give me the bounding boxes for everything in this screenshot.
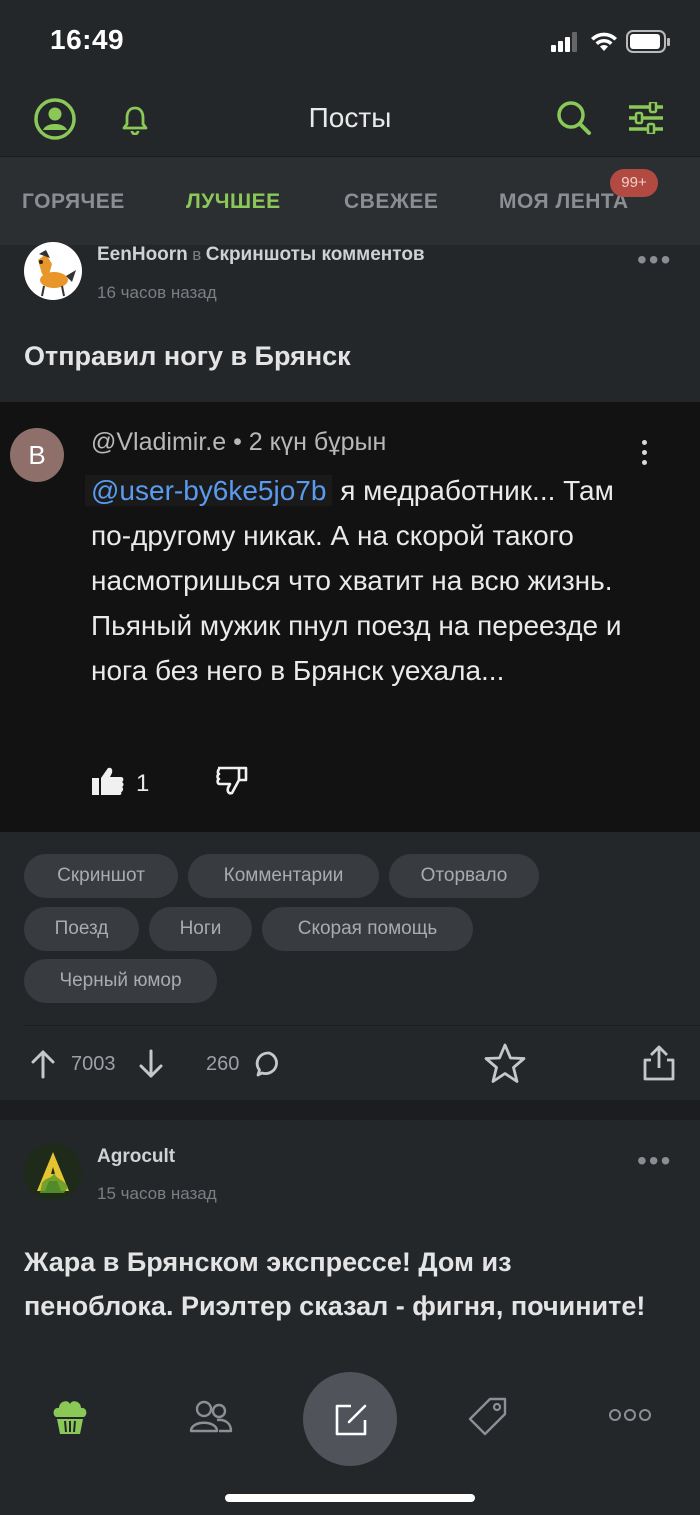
comment-likes-count: 1 [136,770,150,797]
battery-icon [626,30,670,53]
author-name[interactable]: Agrocult [97,1146,175,1168]
page-title: Посты [308,102,392,133]
filter-settings-icon[interactable] [627,102,665,134]
post-time: 16 часов назад [97,283,217,302]
community-name[interactable]: Скриншоты комментов [206,244,425,265]
tab-fresh[interactable]: СВЕЖЕЕ [344,190,438,214]
share-icon[interactable] [641,1044,677,1082]
comments-count[interactable]: 260 [206,1053,239,1076]
author-avatar[interactable] [24,1143,82,1201]
status-bar: 16:49 [0,0,700,80]
thumbs-down-icon [216,766,248,795]
wifi-icon [591,32,617,51]
post-time: 15 часов назад [97,1184,217,1203]
edit-icon [335,1404,367,1436]
downvote-arrow-icon[interactable] [139,1049,163,1079]
signal-icon [551,32,577,52]
tab-hot[interactable]: ГОРЯЧЕЕ [22,190,125,214]
status-time: 16:49 [50,24,125,55]
author-avatar[interactable] [24,242,82,300]
app-header: Посты [0,80,700,157]
comment-mention: @user-by6ke5jo7b [85,475,333,506]
comment-text: @user-by6ke5jo7b я медработник... Там по… [85,468,651,693]
comment-body: я медработник... Там по-другому никак. А… [91,475,622,686]
agrocult-logo-icon [24,1143,82,1201]
comment-bubble-icon[interactable] [255,1050,283,1078]
divider [24,1025,700,1026]
cupcake-home-icon[interactable] [50,1397,90,1437]
star-favorite-icon[interactable] [482,1042,528,1086]
post-rating: 7003 [71,1053,116,1075]
search-icon[interactable] [555,99,593,137]
in-word: в [192,245,202,264]
more-options-icon[interactable]: ••• [637,1145,672,1177]
post-title[interactable]: Жара в Брянском экспрессе! Дом из пенобл… [24,1240,664,1328]
tag-chip[interactable]: Ноги [149,907,252,951]
tag-chip[interactable]: Оторвало [389,854,539,898]
tag-chip[interactable]: Скриншот [24,854,178,898]
more-options-icon[interactable]: ••• [637,244,672,276]
post-separator [0,1100,700,1120]
comment-header: @Vladimir.e • 2 күн бұрын [91,428,387,456]
create-post-button[interactable] [303,1372,397,1466]
communities-icon[interactable] [188,1398,234,1434]
feed-tabs: ГОРЯЧЕЕ ЛУЧШЕЕ СВЕЖЕЕ МОЯ ЛЕНТА ​ [0,157,700,245]
post-meta-line: EenHoorn в Скриншоты комментов [97,244,425,266]
post-title[interactable]: Отправил ногу в Брянск [24,341,351,372]
tag-chip[interactable]: Комментарии [188,854,379,898]
author-name[interactable]: EenHoorn [97,244,188,265]
tab-my-feed[interactable]: МОЯ ЛЕНТА [499,190,629,214]
comment-avatar: B [10,428,64,482]
horse-avatar-icon [38,250,76,297]
vertical-dots-icon [642,440,647,470]
tag-chip[interactable]: Черный юмор [24,959,217,1003]
tag-chip[interactable]: Скорая помощь [262,907,473,951]
more-menu-icon[interactable] [608,1407,652,1423]
upvote-arrow-icon[interactable] [31,1049,55,1079]
notification-badge: 99+ [610,169,658,197]
home-indicator [225,1494,475,1502]
tag-icon[interactable] [468,1396,508,1436]
tag-chip[interactable]: Поезд [24,907,139,951]
tab-best[interactable]: ЛУЧШЕЕ [186,190,281,214]
thumbs-up-icon [92,767,124,795]
